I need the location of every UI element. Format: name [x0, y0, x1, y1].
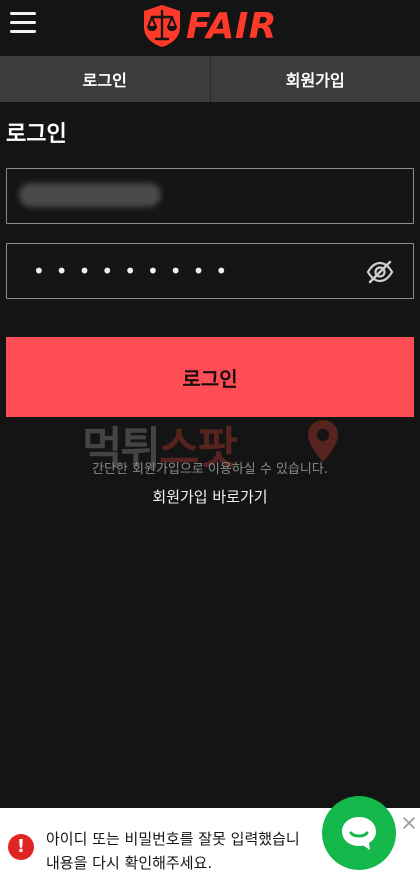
header: FAIR	[0, 0, 420, 56]
alert-icon: !	[8, 834, 34, 860]
chat-bubble-icon	[342, 817, 376, 850]
password-mask: •••••••••	[33, 259, 239, 283]
toast-message-line2: 내용을 다시 확인해주세요.	[46, 854, 213, 872]
tab-signup[interactable]: 회원가입	[209, 56, 420, 102]
eye-off-icon[interactable]	[365, 257, 395, 287]
auth-tabs: 로그인 회원가입	[0, 56, 420, 102]
toast-message-line1: 아이디 또는 비밀번호를 잘못 입력했습니	[46, 830, 300, 848]
password-field[interactable]: •••••••••	[6, 243, 414, 299]
logo[interactable]: FAIR	[140, 2, 277, 50]
signup-shortcut-link[interactable]: 회원가입 바로가기	[0, 486, 420, 507]
page-title: 로그인	[6, 122, 67, 147]
tab-login[interactable]: 로그인	[0, 56, 210, 102]
login-button[interactable]: 로그인	[6, 337, 414, 417]
signup-helper-text: 간단한 회원가입으로 이용하실 수 있습니다.	[92, 462, 328, 477]
logo-text: FAIR	[186, 5, 277, 47]
scale-shield-icon	[144, 5, 180, 47]
blurred-username-value	[19, 183, 161, 207]
hamburger-menu-icon[interactable]	[10, 12, 36, 34]
chat-button[interactable]	[322, 796, 396, 870]
username-field[interactable]	[6, 168, 414, 224]
close-icon[interactable]	[402, 816, 416, 830]
